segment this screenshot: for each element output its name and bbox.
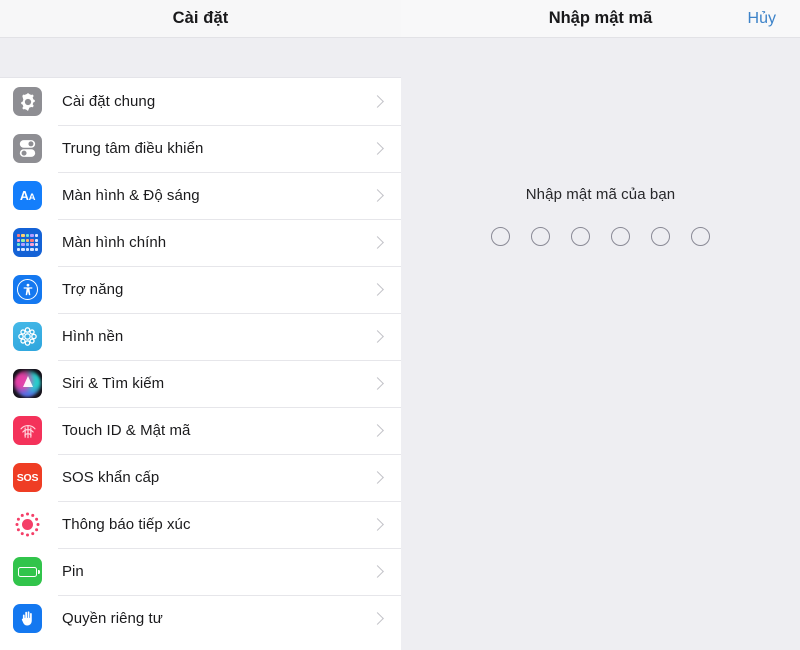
sidebar-item-label: Trợ năng bbox=[62, 281, 123, 298]
chevron-right-icon bbox=[371, 424, 384, 437]
sidebar-item-wallpaper[interactable]: Hình nền bbox=[0, 313, 401, 360]
sidebar-item-label: SOS khẩn cấp bbox=[62, 469, 159, 486]
sidebar-item-label: Quyền riêng tư bbox=[62, 610, 163, 627]
sidebar-item-battery[interactable]: Pin bbox=[0, 548, 401, 595]
privacy-hand-icon bbox=[13, 604, 42, 633]
passcode-dot bbox=[531, 227, 550, 246]
sidebar-item-accessibility[interactable]: Trợ năng bbox=[0, 266, 401, 313]
chevron-right-icon bbox=[371, 612, 384, 625]
touch-id-icon bbox=[13, 416, 42, 445]
sidebar-item-touch-id-passcode[interactable]: Touch ID & Mật mã bbox=[0, 407, 401, 454]
sidebar-item-label: Siri & Tìm kiếm bbox=[62, 375, 164, 392]
gear-icon bbox=[13, 87, 42, 116]
chevron-right-icon bbox=[371, 95, 384, 108]
sidebar-item-emergency-sos[interactable]: SOS SOS khẩn cấp bbox=[0, 454, 401, 501]
chevron-right-icon bbox=[371, 330, 384, 343]
chevron-right-icon bbox=[371, 283, 384, 296]
settings-list-top-spacer bbox=[0, 38, 401, 78]
sos-icon: SOS bbox=[13, 463, 42, 492]
battery-icon bbox=[13, 557, 42, 586]
cancel-button[interactable]: Hủy bbox=[748, 10, 776, 28]
sidebar-item-siri-search[interactable]: Siri & Tìm kiếm bbox=[0, 360, 401, 407]
chevron-right-icon bbox=[371, 236, 384, 249]
chevron-right-icon bbox=[371, 471, 384, 484]
ios-settings-passcode-screen: Cài đặt Cài đặt chung bbox=[0, 0, 800, 650]
passcode-dot bbox=[611, 227, 630, 246]
sidebar-item-control-center[interactable]: Trung tâm điều khiển bbox=[0, 125, 401, 172]
passcode-dot bbox=[571, 227, 590, 246]
wallpaper-icon bbox=[13, 322, 42, 351]
settings-header: Cài đặt bbox=[0, 0, 401, 38]
passcode-entry-area: Nhập mật mã của bạn bbox=[401, 186, 800, 246]
passcode-panel: Nhập mật mã Hủy Nhập mật mã của bạn bbox=[401, 0, 800, 650]
sidebar-item-home-screen[interactable]: Màn hình chính bbox=[0, 219, 401, 266]
sidebar-item-label: Cài đặt chung bbox=[62, 93, 155, 110]
sidebar-item-label: Trung tâm điều khiển bbox=[62, 140, 203, 157]
passcode-dot bbox=[691, 227, 710, 246]
control-center-icon bbox=[13, 134, 42, 163]
sidebar-item-label: Thông báo tiếp xúc bbox=[62, 516, 191, 533]
display-brightness-icon: AA bbox=[13, 181, 42, 210]
sidebar-item-exposure-notifications[interactable]: Thông báo tiếp xúc bbox=[0, 501, 401, 548]
passcode-header: Nhập mật mã Hủy bbox=[401, 0, 800, 38]
app-grid bbox=[17, 234, 38, 251]
chevron-right-icon bbox=[371, 189, 384, 202]
page-title: Cài đặt bbox=[173, 9, 229, 28]
exposure-notification-icon bbox=[13, 510, 42, 539]
sidebar-item-general[interactable]: Cài đặt chung bbox=[0, 78, 401, 125]
chevron-right-icon bbox=[371, 142, 384, 155]
sidebar-item-label: Màn hình & Độ sáng bbox=[62, 187, 200, 204]
chevron-right-icon bbox=[371, 377, 384, 390]
settings-list: Cài đặt chung Trung tâm điều khiển bbox=[0, 78, 401, 642]
settings-sidebar-panel: Cài đặt Cài đặt chung bbox=[0, 0, 401, 650]
sidebar-item-label: Màn hình chính bbox=[62, 234, 166, 251]
sidebar-item-privacy[interactable]: Quyền riêng tư bbox=[0, 595, 401, 642]
passcode-dot bbox=[651, 227, 670, 246]
siri-icon bbox=[13, 369, 42, 398]
passcode-title: Nhập mật mã bbox=[549, 9, 653, 28]
passcode-dots[interactable] bbox=[491, 227, 710, 246]
chevron-right-icon bbox=[371, 565, 384, 578]
sidebar-item-label: Hình nền bbox=[62, 328, 123, 345]
passcode-dot bbox=[491, 227, 510, 246]
sidebar-item-display-brightness[interactable]: AA Màn hình & Độ sáng bbox=[0, 172, 401, 219]
sidebar-item-label: Touch ID & Mật mã bbox=[62, 422, 190, 439]
sidebar-item-label: Pin bbox=[62, 563, 84, 580]
accessibility-icon bbox=[13, 275, 42, 304]
home-screen-icon bbox=[13, 228, 42, 257]
passcode-prompt: Nhập mật mã của bạn bbox=[526, 186, 675, 203]
chevron-right-icon bbox=[371, 518, 384, 531]
